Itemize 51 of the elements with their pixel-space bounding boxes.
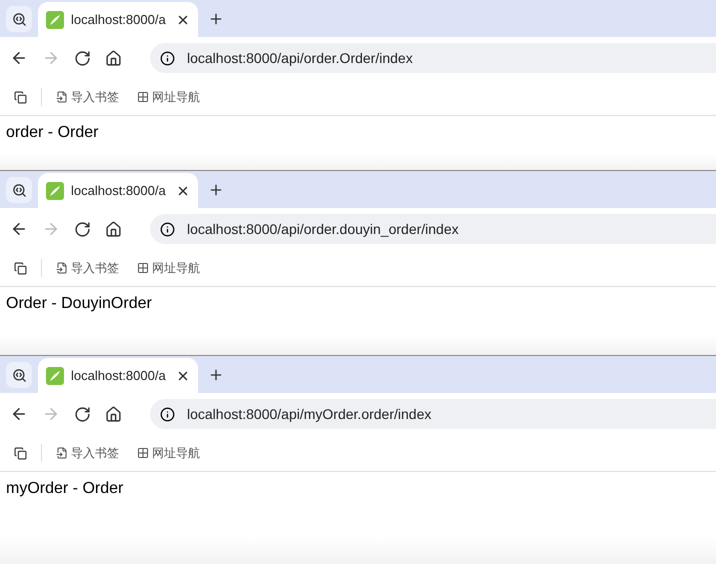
tab-search-icon[interactable] — [6, 177, 32, 203]
browser-tab[interactable]: localhost:8000/a — [38, 358, 198, 393]
address-text: localhost:8000/api/order.douyin_order/index — [187, 221, 459, 237]
copy-icon[interactable] — [14, 90, 27, 104]
bookmark-link[interactable]: 网址导航 — [137, 88, 200, 106]
bookmark-link[interactable]: 导入书签 — [56, 88, 119, 106]
tab-search-icon[interactable] — [6, 6, 32, 32]
browser-tab[interactable]: localhost:8000/a — [38, 2, 198, 37]
grid-icon — [137, 262, 149, 274]
reload-icon[interactable] — [74, 50, 91, 66]
reload-icon[interactable] — [74, 220, 91, 238]
page-text: myOrder - Order — [6, 480, 124, 497]
reload-icon[interactable] — [74, 406, 91, 422]
page-text: Order - DouyinOrder — [6, 295, 152, 312]
tab-search-icon[interactable] — [6, 362, 32, 388]
leaf-logo-icon — [46, 10, 64, 28]
leaf-logo-icon — [46, 182, 64, 200]
new-tab-icon[interactable] — [208, 367, 224, 383]
browser-tab[interactable]: localhost:8000/a — [38, 173, 198, 208]
file-import-icon — [56, 91, 68, 103]
file-import-icon — [56, 262, 68, 274]
info-icon — [160, 222, 175, 236]
new-tab-icon[interactable] — [208, 11, 224, 27]
home-icon[interactable] — [105, 50, 122, 66]
address-text: localhost:8000/api/order.Order/index — [187, 50, 413, 66]
address-bar[interactable]: localhost:8000/api/order.Order/index — [150, 43, 716, 73]
grid-icon — [137, 447, 149, 459]
address-bar[interactable]: localhost:8000/api/myOrder.order/index — [150, 399, 716, 429]
address-bar[interactable]: localhost:8000/api/order.douyin_order/index — [150, 214, 716, 244]
copy-icon[interactable] — [14, 446, 27, 460]
info-icon — [160, 406, 175, 422]
grid-icon — [137, 91, 149, 103]
back-icon[interactable] — [10, 220, 28, 238]
back-icon[interactable] — [10, 49, 28, 67]
back-icon[interactable] — [10, 405, 28, 423]
bookmark-link[interactable]: 网址导航 — [137, 260, 200, 276]
tab-title: localhost:8000/a — [71, 183, 167, 198]
copy-icon[interactable] — [14, 262, 27, 274]
home-icon[interactable] — [105, 220, 122, 238]
home-icon[interactable] — [105, 406, 122, 422]
bookmark-link[interactable]: 导入书签 — [56, 260, 119, 276]
bookmark-link[interactable]: 导入书签 — [56, 444, 119, 462]
leaf-logo-icon — [46, 366, 64, 384]
new-tab-icon[interactable] — [208, 182, 224, 198]
tab-title: localhost:8000/a — [71, 368, 167, 383]
tab-title: localhost:8000/a — [71, 12, 167, 27]
page-text: order - Order — [6, 124, 98, 141]
bookmark-link[interactable]: 网址导航 — [137, 444, 200, 462]
address-text: localhost:8000/api/myOrder.order/index — [187, 406, 432, 422]
info-icon — [160, 50, 175, 66]
file-import-icon — [56, 447, 68, 459]
